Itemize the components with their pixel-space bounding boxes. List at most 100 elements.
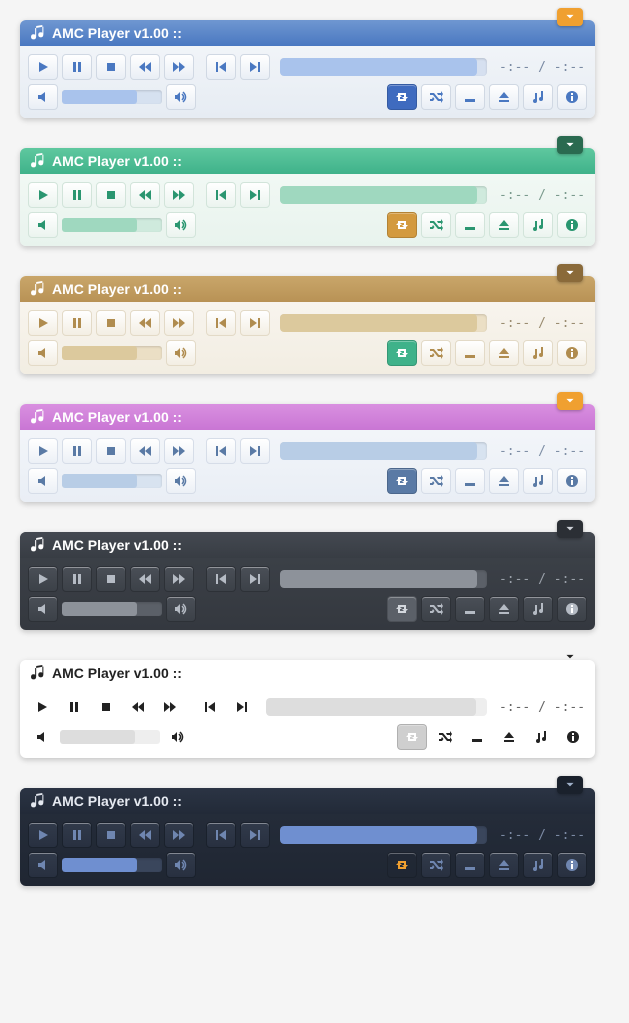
play-button[interactable] (28, 182, 58, 208)
stop-button[interactable] (96, 54, 126, 80)
volume-up-button[interactable] (166, 340, 196, 366)
minimize-button[interactable] (455, 212, 485, 238)
playlist-button[interactable] (523, 212, 553, 238)
play-button[interactable] (28, 695, 56, 719)
play-button[interactable] (28, 566, 58, 592)
fast-forward-button[interactable] (156, 695, 184, 719)
previous-track-button[interactable] (206, 54, 236, 80)
next-track-button[interactable] (228, 695, 256, 719)
shuffle-button[interactable] (421, 468, 451, 494)
pause-button[interactable] (62, 182, 92, 208)
playlist-button[interactable] (523, 468, 553, 494)
minimize-button[interactable] (455, 596, 485, 622)
volume-down-button[interactable] (28, 852, 58, 878)
previous-track-button[interactable] (206, 822, 236, 848)
minimize-button[interactable] (455, 852, 485, 878)
play-button[interactable] (28, 438, 58, 464)
volume-slider[interactable] (62, 218, 162, 232)
rewind-button[interactable] (130, 182, 160, 208)
previous-track-button[interactable] (206, 310, 236, 336)
fast-forward-button[interactable] (164, 438, 194, 464)
shuffle-button[interactable] (421, 852, 451, 878)
playlist-button[interactable] (523, 340, 553, 366)
previous-track-button[interactable] (206, 438, 236, 464)
playlist-button[interactable] (527, 725, 555, 749)
eject-button[interactable] (489, 852, 519, 878)
eject-button[interactable] (489, 212, 519, 238)
playlist-button[interactable] (523, 852, 553, 878)
stop-button[interactable] (96, 310, 126, 336)
pause-button[interactable] (62, 566, 92, 592)
rewind-button[interactable] (130, 822, 160, 848)
minimize-button[interactable] (463, 725, 491, 749)
progress-bar[interactable] (266, 698, 487, 716)
info-button[interactable] (557, 468, 587, 494)
repeat-button[interactable] (387, 852, 417, 878)
eject-button[interactable] (489, 596, 519, 622)
info-button[interactable] (557, 84, 587, 110)
playlist-button[interactable] (523, 596, 553, 622)
collapse-button[interactable] (557, 520, 583, 538)
fast-forward-button[interactable] (164, 822, 194, 848)
previous-track-button[interactable] (206, 566, 236, 592)
rewind-button[interactable] (124, 695, 152, 719)
volume-down-button[interactable] (28, 212, 58, 238)
info-button[interactable] (557, 852, 587, 878)
volume-slider[interactable] (62, 474, 162, 488)
repeat-button[interactable] (387, 596, 417, 622)
repeat-button[interactable] (397, 724, 427, 750)
rewind-button[interactable] (130, 438, 160, 464)
collapse-button[interactable] (557, 264, 583, 282)
shuffle-button[interactable] (421, 212, 451, 238)
play-button[interactable] (28, 310, 58, 336)
volume-down-button[interactable] (28, 596, 58, 622)
info-button[interactable] (559, 725, 587, 749)
rewind-button[interactable] (130, 54, 160, 80)
progress-bar[interactable] (280, 442, 487, 460)
volume-up-button[interactable] (166, 596, 196, 622)
info-button[interactable] (557, 212, 587, 238)
pause-button[interactable] (60, 695, 88, 719)
stop-button[interactable] (96, 438, 126, 464)
minimize-button[interactable] (455, 340, 485, 366)
progress-bar[interactable] (280, 570, 487, 588)
collapse-button[interactable] (557, 8, 583, 26)
pause-button[interactable] (62, 54, 92, 80)
progress-bar[interactable] (280, 314, 487, 332)
info-button[interactable] (557, 596, 587, 622)
volume-down-button[interactable] (28, 84, 58, 110)
minimize-button[interactable] (455, 468, 485, 494)
fast-forward-button[interactable] (164, 54, 194, 80)
rewind-button[interactable] (130, 310, 160, 336)
volume-slider[interactable] (62, 602, 162, 616)
pause-button[interactable] (62, 438, 92, 464)
progress-bar[interactable] (280, 186, 487, 204)
repeat-button[interactable] (387, 212, 417, 238)
rewind-button[interactable] (130, 566, 160, 592)
play-button[interactable] (28, 822, 58, 848)
collapse-button[interactable] (557, 136, 583, 154)
volume-slider[interactable] (62, 90, 162, 104)
collapse-button[interactable] (557, 648, 583, 666)
volume-slider[interactable] (62, 858, 162, 872)
repeat-button[interactable] (387, 468, 417, 494)
next-track-button[interactable] (240, 822, 270, 848)
volume-down-button[interactable] (28, 725, 56, 749)
playlist-button[interactable] (523, 84, 553, 110)
next-track-button[interactable] (240, 438, 270, 464)
shuffle-button[interactable] (421, 596, 451, 622)
eject-button[interactable] (489, 84, 519, 110)
volume-slider[interactable] (60, 730, 160, 744)
shuffle-button[interactable] (431, 725, 459, 749)
volume-up-button[interactable] (164, 725, 192, 749)
volume-up-button[interactable] (166, 212, 196, 238)
stop-button[interactable] (92, 695, 120, 719)
stop-button[interactable] (96, 822, 126, 848)
pause-button[interactable] (62, 822, 92, 848)
repeat-button[interactable] (387, 84, 417, 110)
shuffle-button[interactable] (421, 340, 451, 366)
volume-down-button[interactable] (28, 468, 58, 494)
minimize-button[interactable] (455, 84, 485, 110)
play-button[interactable] (28, 54, 58, 80)
volume-down-button[interactable] (28, 340, 58, 366)
